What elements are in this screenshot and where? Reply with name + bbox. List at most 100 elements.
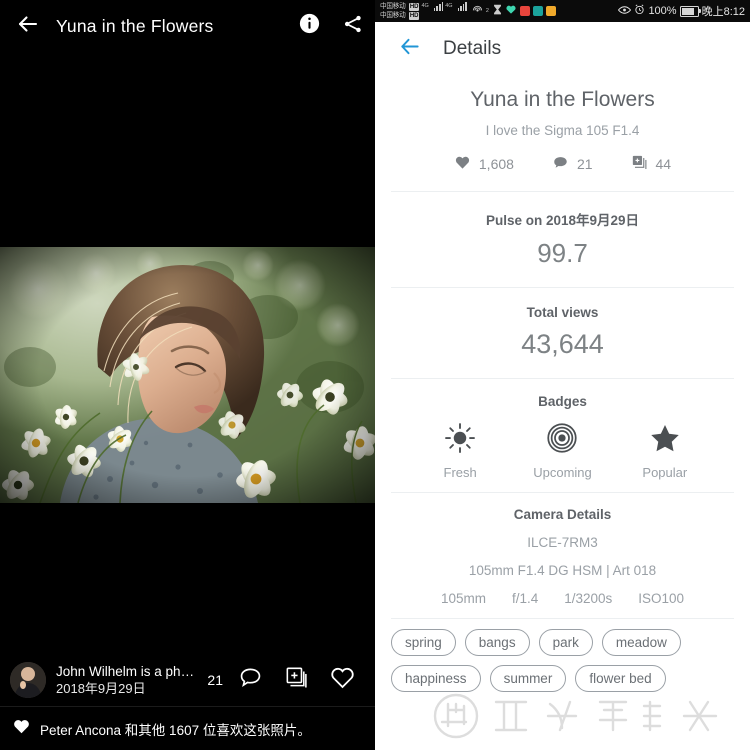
author-info: John Wilhelm is a pho... 2018年9月29日: [56, 663, 196, 697]
share-button[interactable]: [331, 0, 375, 52]
hero-spacer: [375, 174, 750, 191]
exif-focal-length: 105mm: [440, 591, 486, 606]
badges-label: Badges: [538, 394, 587, 409]
views-label: Total views: [526, 305, 599, 320]
stat-comments-value: 21: [576, 156, 593, 172]
info-button[interactable]: [287, 0, 331, 52]
tag-chip[interactable]: flower bed: [575, 665, 666, 692]
status-bar-right: 100% 晚上8:12: [618, 3, 745, 19]
pulse-label: Pulse on 2018年9月29日: [485, 213, 640, 228]
photo-viewer-panel: Yuna in the Flowers John Wilhelm is a ph…: [0, 0, 375, 750]
tag-chip[interactable]: summer: [489, 665, 567, 692]
stat-albums-value: 44: [655, 156, 672, 172]
details-title: Details: [443, 38, 502, 59]
photo-title: Yuna in the Flowers: [56, 15, 214, 36]
add-to-album-icon: [631, 154, 648, 174]
carrier-label-1: 中国移动: [380, 3, 406, 10]
back-button[interactable]: [0, 0, 56, 52]
battery-percent: 100%: [648, 5, 677, 17]
heart-filled-icon: [12, 717, 31, 741]
info-icon: [299, 13, 320, 39]
hd-badge-1: HD: [408, 2, 420, 11]
stat-likes-value: 1,608: [478, 156, 514, 172]
stat-likes[interactable]: 1,608: [454, 154, 514, 174]
comment-icon: [238, 665, 263, 695]
network-label-2: 4G: [445, 3, 453, 9]
clock-text: 晚上8:12: [701, 6, 745, 18]
tag-list: spring bangs park meadow happiness summe…: [375, 619, 750, 692]
hero-stats: 1,608 21 44: [391, 154, 734, 174]
badge-fresh-label: Fresh: [443, 465, 477, 480]
signal-bars-1: [433, 2, 444, 11]
hourglass-icon: [493, 2, 502, 20]
app-screen: Yuna in the Flowers John Wilhelm is a ph…: [0, 0, 750, 750]
photo-viewer-toolbar: Yuna in the Flowers: [0, 0, 375, 52]
tag-chip[interactable]: park: [538, 629, 593, 656]
stat-albums[interactable]: 44: [631, 154, 672, 174]
exif-aperture: f/1.4: [511, 591, 539, 606]
like-summary-text: Peter Ancona 和其他 1607 位喜欢这张照片。: [40, 722, 311, 738]
stat-comments[interactable]: 21: [552, 154, 593, 174]
star-icon: [650, 423, 680, 458]
hero-subtitle: I love the Sigma 105 F1.4: [485, 123, 640, 138]
views-value: 43,644: [521, 329, 604, 359]
tag-chip[interactable]: meadow: [601, 629, 681, 656]
signal-bars-2: [457, 2, 467, 11]
heart-outline-icon: [329, 664, 356, 696]
photo-author-bar: John Wilhelm is a pho... 2018年9月29日 21: [0, 654, 375, 706]
pulse-value: 99.7: [537, 238, 588, 268]
author-name[interactable]: John Wilhelm is a pho...: [56, 663, 196, 680]
sun-icon: [445, 423, 476, 458]
photo-date: 2018年9月29日: [56, 681, 146, 696]
camera-block: Camera Details ILCE-7RM3 105mm F1.4 DG H…: [375, 493, 750, 618]
play-app-icon: [519, 6, 530, 16]
badge-upcoming-label: Upcoming: [533, 465, 592, 480]
like-button[interactable]: [319, 657, 365, 703]
details-hero: Yuna in the Flowers I love the Sigma 105…: [375, 88, 750, 174]
comment-button[interactable]: [227, 657, 273, 703]
tag-chip[interactable]: happiness: [391, 665, 481, 692]
pulse-block: Pulse on 2018年9月29日 99.7: [375, 192, 750, 287]
arrow-left-icon: [398, 35, 421, 63]
hotspot-icon: [472, 2, 483, 20]
add-to-album-icon: [284, 665, 309, 695]
share-icon: [342, 13, 364, 40]
tag-chip[interactable]: bangs: [464, 629, 530, 656]
photo-image[interactable]: [0, 247, 375, 503]
photo-action-bar: 21: [207, 657, 365, 703]
hd-badge-2: HD: [408, 11, 420, 20]
details-back-button[interactable]: [389, 29, 429, 69]
camera-label: Camera Details: [513, 507, 612, 522]
like-summary-bar[interactable]: Peter Ancona 和其他 1607 位喜欢这张照片。: [0, 706, 375, 750]
details-header: Details: [375, 22, 750, 76]
tag-chip[interactable]: spring: [391, 629, 456, 656]
badge-popular-label: Popular: [642, 465, 688, 480]
status-bar: 中国移动 HD 4G 4G 中国移动 HD 2 100% 晚上8:12: [375, 0, 750, 22]
badge-upcoming[interactable]: Upcoming: [521, 423, 603, 480]
network-label-1: 4G: [421, 3, 429, 9]
add-to-album-button[interactable]: [273, 657, 319, 703]
avatar[interactable]: [10, 662, 46, 698]
badge-popular[interactable]: Popular: [624, 423, 706, 480]
comment-filled-icon: [552, 154, 569, 174]
folder-app-icon: [545, 6, 556, 16]
badges-block: Badges Fresh Upcoming Popular: [375, 379, 750, 492]
comment-count: 21: [207, 672, 223, 688]
camera-lens: 105mm F1.4 DG HSM | Art 018: [468, 563, 657, 578]
exif-iso: ISO100: [638, 591, 685, 606]
site-watermark: [418, 690, 748, 742]
heart-app-icon: [505, 2, 517, 20]
views-block: Total views 43,644: [375, 288, 750, 378]
camera-body: ILCE-7RM3: [527, 535, 598, 550]
concentric-circles-icon: [547, 423, 578, 458]
eye-icon: [618, 5, 632, 18]
heart-filled-icon: [454, 154, 471, 174]
alarm-clock-icon: [634, 4, 645, 18]
status-bar-left: 中国移动 HD 4G 4G 中国移动 HD: [380, 2, 467, 20]
camera-app-icon: [532, 6, 543, 16]
badge-fresh[interactable]: Fresh: [419, 423, 501, 480]
camera-exif-row: 105mm f/1.4 1/3200s ISO100: [375, 591, 750, 606]
carrier-row-2: 中国移动 HD: [380, 11, 420, 20]
badges-row: Fresh Upcoming Popular: [375, 423, 750, 480]
hotspot-superscript: 2: [485, 8, 489, 14]
